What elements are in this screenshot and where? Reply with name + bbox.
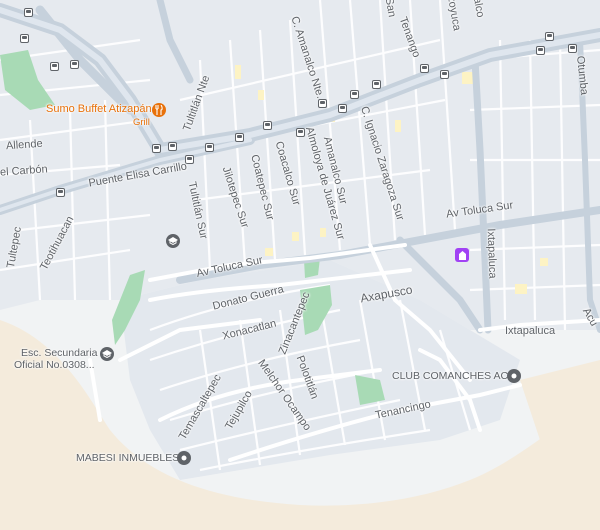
poi-label-esc-secundaria-line1[interactable]: Esc. Secundaria	[21, 348, 97, 359]
bus-stop-icon[interactable]	[205, 143, 214, 152]
bus-stop-icon[interactable]	[56, 188, 65, 197]
map-canvas[interactable]: Av Toluca Sur Av Toluca Sur Donato Guerr…	[0, 0, 600, 530]
bus-stop-icon[interactable]	[318, 99, 327, 108]
poi-sublabel-sumo-buffet: Grill	[133, 117, 150, 128]
bus-stop-icon[interactable]	[152, 144, 161, 153]
poi-label-esc-secundaria-line2[interactable]: Oficial No.0308...	[14, 360, 95, 371]
bus-stop-icon[interactable]	[235, 133, 244, 142]
school-icon[interactable]	[100, 347, 114, 361]
poi-label-sumo-buffet[interactable]: Sumo Buffet Atizapán	[46, 104, 152, 115]
street-label-ixtapaluca-horizontal: Ixtapaluca	[505, 325, 556, 337]
bus-stop-icon[interactable]	[338, 104, 347, 113]
bus-stop-icon[interactable]	[440, 70, 449, 79]
restaurant-icon[interactable]	[152, 103, 166, 117]
bus-stop-icon[interactable]	[420, 64, 429, 73]
street-label-alco: alco	[470, 0, 487, 19]
bus-stop-icon[interactable]	[545, 32, 554, 41]
bus-stop-icon[interactable]	[20, 34, 29, 43]
poi-label-club-comanches[interactable]: CLUB COMANCHES AC	[392, 371, 508, 382]
school-icon[interactable]	[166, 234, 180, 248]
bus-stop-icon[interactable]	[568, 44, 577, 53]
bus-stop-icon[interactable]	[24, 8, 33, 17]
place-of-worship-icon[interactable]	[455, 248, 469, 262]
bus-stop-icon[interactable]	[50, 62, 59, 71]
bus-stop-icon[interactable]	[168, 142, 177, 151]
poi-label-mabesi-inmuebles[interactable]: MABESI INMUEBLES	[76, 453, 179, 464]
bus-stop-icon[interactable]	[536, 46, 545, 55]
bus-stop-icon[interactable]	[70, 60, 79, 69]
street-label-ixtapaluca-vertical: Ixtapaluca	[484, 228, 499, 279]
bus-stop-icon[interactable]	[372, 80, 381, 89]
map-base-layer	[0, 0, 600, 530]
street-label-san: San	[382, 0, 398, 19]
bus-stop-icon[interactable]	[263, 121, 272, 130]
location-pin-icon[interactable]	[507, 369, 521, 383]
location-pin-icon[interactable]	[177, 451, 191, 465]
bus-stop-icon[interactable]	[350, 90, 359, 99]
